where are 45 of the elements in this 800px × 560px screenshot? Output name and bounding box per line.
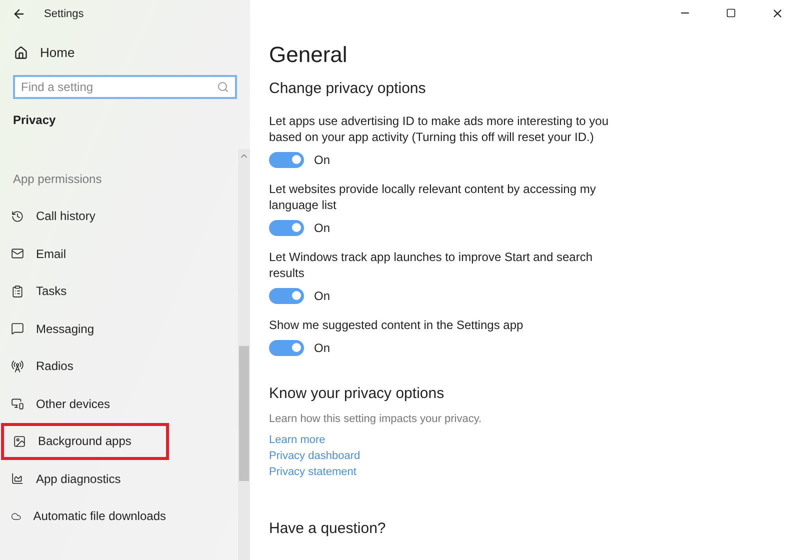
section-heading: Change privacy options <box>269 79 427 99</box>
window-title: Settings <box>44 6 84 22</box>
group-heading: App permissions <box>13 170 103 188</box>
toggle-switch[interactable] <box>269 220 304 236</box>
section-title: Privacy <box>13 112 57 128</box>
speech-bubble-icon <box>11 322 24 336</box>
antenna-icon <box>11 360 24 373</box>
toggle-switch[interactable] <box>269 152 304 168</box>
nav-item[interactable]: Background apps <box>2 424 168 459</box>
nav-item[interactable]: Other devices <box>0 386 166 422</box>
nav-item[interactable]: Tasks <box>0 274 166 309</box>
nav-item[interactable]: Messaging <box>0 311 166 346</box>
toggle-state: On <box>314 340 330 356</box>
maximize-icon[interactable] <box>726 8 736 18</box>
back-button[interactable] <box>12 7 26 21</box>
option-description: Show me suggested content in the Settings app <box>269 316 524 332</box>
home-icon <box>14 46 28 60</box>
page-title: General <box>269 41 348 69</box>
search-icon <box>217 80 229 92</box>
search-field[interactable]: Find a setting <box>13 74 237 98</box>
toggle-state: On <box>314 220 330 236</box>
envelope-icon <box>11 247 24 260</box>
toggle-state: On <box>314 152 330 168</box>
toggle-switch[interactable] <box>269 288 304 304</box>
nav-item[interactable]: Email <box>0 236 166 272</box>
clock-icon <box>11 210 24 223</box>
devices-icon <box>11 397 24 410</box>
close-icon[interactable] <box>770 6 784 20</box>
nav-item[interactable]: Radios <box>0 348 166 384</box>
image-icon <box>13 434 26 448</box>
scroll-thumb[interactable] <box>239 346 249 480</box>
section-heading: Have a question? <box>269 518 387 538</box>
nav-item[interactable]: Call history <box>0 198 166 234</box>
option-description: Let apps use advertising ID to make ads more interesting to you based on your app activity (Turning this off will reset your ID.) <box>269 112 609 144</box>
chart-icon <box>11 472 24 486</box>
nav-item[interactable]: Automatic file downloads <box>0 498 166 534</box>
home-link[interactable]: Home <box>40 43 75 62</box>
help-text: Learn how this setting impacts your privacy. <box>269 412 483 427</box>
clipboard-icon <box>11 284 24 298</box>
option-description: Let websites provide locally relevant content by accessing my language list <box>269 180 597 212</box>
option-description: Let Windows track app launches to improve Start and search results <box>269 248 594 280</box>
nav-item[interactable]: App diagnostics <box>0 461 166 496</box>
toggle-state: On <box>314 288 330 304</box>
section-heading: Know your privacy options <box>269 384 446 404</box>
toggle-switch[interactable] <box>269 340 304 356</box>
